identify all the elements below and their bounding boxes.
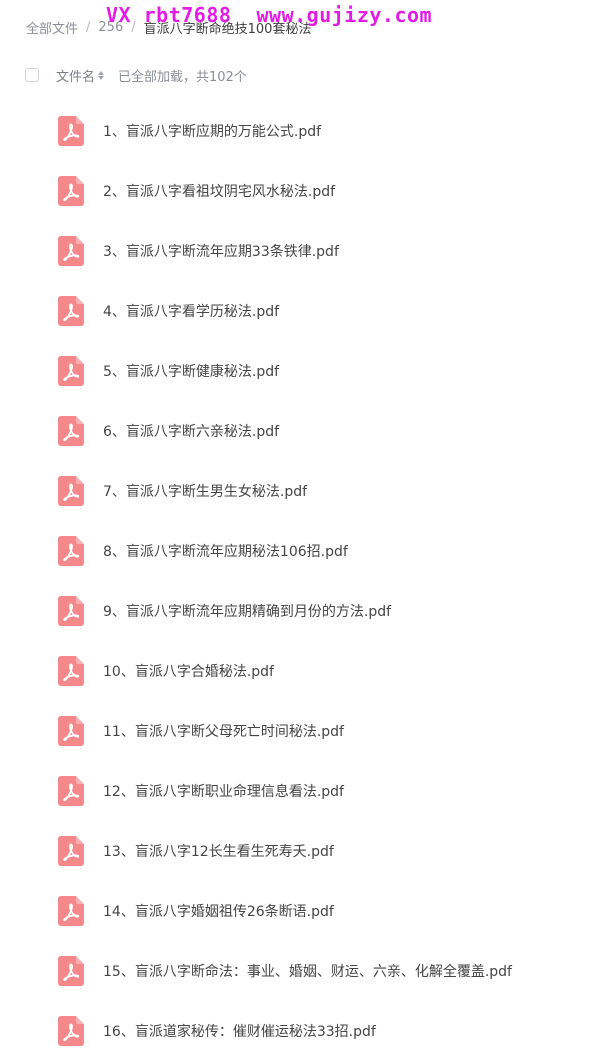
pdf-icon (58, 596, 84, 626)
pdf-icon (58, 356, 84, 386)
sort-icon (98, 70, 105, 80)
file-row[interactable]: 7、盲派八字断生男生女秘法.pdf (0, 461, 592, 521)
file-row[interactable]: 15、盲派八字断命法：事业、婚姻、财运、六亲、化解全覆盖.pdf (0, 941, 592, 1001)
file-row[interactable]: 6、盲派八字断六亲秘法.pdf (0, 401, 592, 461)
file-row[interactable]: 1、盲派八字断应期的万能公式.pdf (0, 101, 592, 161)
file-row[interactable]: 12、盲派八字断职业命理信息看法.pdf (0, 761, 592, 821)
breadcrumb-root[interactable]: 全部文件 (26, 18, 78, 37)
pdf-icon (58, 236, 84, 266)
file-name[interactable]: 5、盲派八字断健康秘法.pdf (103, 361, 279, 381)
pdf-icon (58, 176, 84, 206)
pdf-icon (58, 836, 84, 866)
pdf-icon (58, 956, 84, 986)
pdf-icon (58, 296, 84, 326)
pdf-icon (58, 416, 84, 446)
file-name[interactable]: 3、盲派八字断流年应期33条铁律.pdf (103, 241, 339, 261)
file-row[interactable]: 4、盲派八字看学历秘法.pdf (0, 281, 592, 341)
file-name[interactable]: 14、盲派八字婚姻祖传26条断语.pdf (103, 901, 334, 921)
file-list: 1、盲派八字断应期的万能公式.pdf 2、盲派八字看祖坟阴宅风水秘法.pdf 3、盲… (0, 101, 592, 1061)
filename-column-label: 文件名 (56, 69, 96, 85)
pdf-icon (58, 536, 84, 566)
breadcrumb-current: 盲派八字断命绝技100套秘法 (143, 21, 312, 37)
file-name[interactable]: 9、盲派八字断流年应期精确到月份的方法.pdf (103, 601, 391, 621)
file-name[interactable]: 2、盲派八字看祖坟阴宅风水秘法.pdf (103, 181, 335, 201)
file-row[interactable]: 11、盲派八字断父母死亡时间秘法.pdf (0, 701, 592, 761)
breadcrumb-middle[interactable]: 256 (98, 20, 123, 35)
file-row[interactable]: 14、盲派八字婚姻祖传26条断语.pdf (0, 881, 592, 941)
file-row[interactable]: 16、盲派道家秘传：催财催运秘法33招.pdf (0, 1001, 592, 1061)
file-name[interactable]: 12、盲派八字断职业命理信息看法.pdf (103, 781, 344, 801)
breadcrumb: 全部文件 / 256 / 盲派八字断命绝技100套秘法 (26, 16, 311, 38)
pdf-icon (58, 476, 84, 506)
pdf-icon (58, 896, 84, 926)
file-name[interactable]: 10、盲派八字合婚秘法.pdf (103, 661, 274, 681)
breadcrumb-separator: / (131, 19, 136, 35)
pdf-icon (58, 776, 84, 806)
file-name[interactable]: 4、盲派八字看学历秘法.pdf (103, 301, 279, 321)
list-header: 文件名 已全部加载，共102个 (25, 64, 247, 86)
pdf-icon (58, 656, 84, 686)
pdf-icon (58, 1016, 84, 1046)
file-name[interactable]: 16、盲派道家秘传：催财催运秘法33招.pdf (103, 1021, 376, 1041)
file-name[interactable]: 7、盲派八字断生男生女秘法.pdf (103, 481, 307, 501)
file-row[interactable]: 3、盲派八字断流年应期33条铁律.pdf (0, 221, 592, 281)
filename-sort-header[interactable]: 文件名 (56, 66, 105, 85)
file-name[interactable]: 1、盲派八字断应期的万能公式.pdf (103, 121, 321, 141)
file-row[interactable]: 10、盲派八字合婚秘法.pdf (0, 641, 592, 701)
breadcrumb-separator: / (86, 19, 91, 35)
file-row[interactable]: 9、盲派八字断流年应期精确到月份的方法.pdf (0, 581, 592, 641)
file-name[interactable]: 11、盲派八字断父母死亡时间秘法.pdf (103, 721, 344, 741)
file-name[interactable]: 6、盲派八字断六亲秘法.pdf (103, 421, 279, 441)
file-row[interactable]: 5、盲派八字断健康秘法.pdf (0, 341, 592, 401)
file-name[interactable]: 13、盲派八字12长生看生死寿夭.pdf (103, 841, 334, 861)
file-name[interactable]: 8、盲派八字断流年应期秘法106招.pdf (103, 541, 348, 561)
pdf-icon (58, 116, 84, 146)
file-name[interactable]: 15、盲派八字断命法：事业、婚姻、财运、六亲、化解全覆盖.pdf (103, 961, 512, 981)
select-all-checkbox[interactable] (25, 68, 39, 82)
file-row[interactable]: 13、盲派八字12长生看生死寿夭.pdf (0, 821, 592, 881)
pdf-icon (58, 716, 84, 746)
file-row[interactable]: 8、盲派八字断流年应期秘法106招.pdf (0, 521, 592, 581)
load-status-text: 已全部加载，共102个 (118, 69, 247, 85)
file-row[interactable]: 2、盲派八字看祖坟阴宅风水秘法.pdf (0, 161, 592, 221)
